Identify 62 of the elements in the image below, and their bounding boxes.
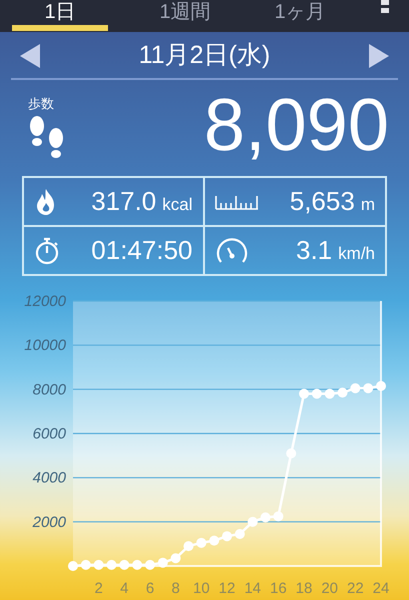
tab[interactable]: 1ヶ月	[252, 0, 348, 31]
data-point	[209, 536, 220, 546]
y-axis-label: 10000	[24, 337, 66, 354]
step-count: 8,090	[204, 88, 389, 162]
data-point	[376, 381, 386, 392]
stat-unit: m	[360, 194, 375, 216]
data-point	[248, 516, 258, 527]
data-point	[222, 531, 232, 542]
x-axis-label: 6	[146, 580, 154, 597]
x-axis-label: 2	[94, 580, 103, 597]
data-point	[158, 558, 168, 568]
data-point	[170, 553, 181, 564]
data-point	[286, 448, 296, 458]
data-point	[132, 560, 142, 570]
data-point	[184, 541, 194, 552]
x-axis-label: 24	[372, 580, 390, 597]
speedometer-icon	[214, 238, 248, 264]
stat-unit: kcal	[162, 194, 192, 216]
x-axis-label: 14	[244, 580, 261, 597]
data-point	[324, 388, 335, 399]
y-axis-label: 8000	[32, 381, 66, 398]
stat-value: 01:47:50	[91, 234, 192, 267]
stat-unit: km/h	[338, 243, 375, 265]
data-point	[234, 528, 245, 539]
ruler-icon	[214, 194, 258, 210]
x-axis-label: 8	[172, 580, 180, 597]
stat-value: 317.0	[91, 185, 156, 218]
x-axis-label: 10	[193, 580, 210, 597]
x-axis-label: 22	[347, 580, 364, 597]
stat-value: 5,653	[290, 185, 355, 218]
y-axis-label: 12000	[24, 293, 66, 310]
y-axis-label: 6000	[32, 426, 66, 442]
tab[interactable]: 1日	[12, 0, 108, 31]
date-title: 11月2日(水)	[138, 40, 270, 72]
data-point	[196, 538, 206, 548]
data-point	[350, 383, 360, 394]
data-point	[299, 388, 309, 399]
data-point	[273, 511, 284, 522]
stopwatch-icon	[34, 236, 60, 264]
x-axis-label: 20	[321, 580, 338, 597]
data-point	[338, 388, 348, 398]
data-point	[68, 561, 78, 571]
x-axis-label: 12	[218, 580, 236, 597]
data-point	[260, 512, 270, 522]
steps-label: 歩数	[28, 95, 54, 113]
y-axis-label: 4000	[32, 470, 66, 487]
y-axis-label: 2000	[32, 514, 66, 531]
previous-arrow-icon[interactable]	[20, 44, 40, 68]
data-point	[106, 560, 116, 570]
data-point	[145, 560, 155, 570]
data-point	[80, 560, 91, 570]
x-axis-label: 4	[120, 580, 128, 597]
x-axis-label: 18	[296, 580, 312, 597]
data-point	[94, 560, 104, 570]
x-axis-label: 16	[270, 580, 287, 597]
data-point	[119, 560, 130, 570]
data-point	[363, 383, 374, 394]
tab[interactable]: 1週間	[137, 0, 233, 31]
data-point	[312, 388, 322, 399]
stat-value: 3.1	[296, 234, 332, 267]
menu-icon[interactable]	[381, 0, 389, 14]
next-arrow-icon[interactable]	[368, 44, 389, 68]
